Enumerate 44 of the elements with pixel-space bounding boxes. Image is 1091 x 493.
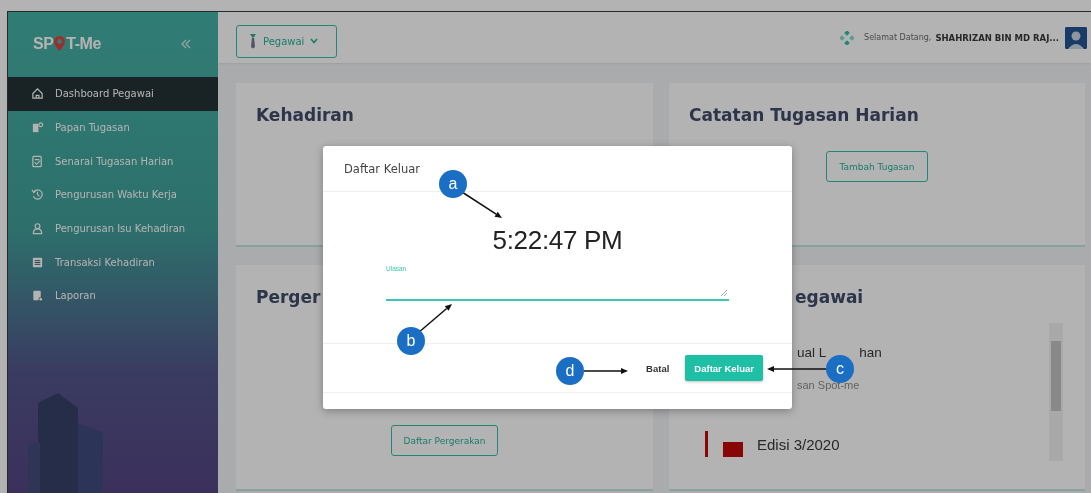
- card-button[interactable]: Daftar Pergerakan: [390, 425, 499, 456]
- sidebar-item[interactable]: Dashboard Pegawai: [8, 77, 218, 111]
- menu-icon: [31, 154, 44, 168]
- list-item-title[interactable]: han: [859, 345, 882, 360]
- card-title: Perger: [256, 287, 322, 307]
- annotation-arrow: [461, 191, 502, 218]
- menu-icon: [31, 222, 44, 236]
- menu-icon: [31, 121, 44, 135]
- menu-icon: [31, 289, 44, 303]
- collapse-icon[interactable]: [180, 38, 192, 49]
- sidebar-item[interactable]: Pengurusan Isu Kehadiran: [8, 211, 218, 246]
- annotation-arrow: [583, 368, 628, 374]
- document-thumbnail-icon: [705, 431, 745, 457]
- clock-time: 5:22:47 PM: [492, 225, 623, 256]
- resize-grip-icon[interactable]: [721, 290, 727, 296]
- user-name[interactable]: SHAHRIZAN BIN MD RAJ...: [935, 32, 1059, 43]
- map-pin-icon: [53, 35, 67, 52]
- logo-text: SP: [33, 34, 54, 53]
- sidebar-item[interactable]: Laporan: [8, 279, 218, 313]
- logo-text: T-Me: [66, 34, 101, 53]
- menu-icon: [31, 255, 44, 269]
- card-button[interactable]: Tambah Tugasan: [826, 151, 928, 182]
- chevron-down-icon: [310, 38, 319, 44]
- confirm-button[interactable]: Daftar Keluar: [685, 355, 763, 381]
- sidebar-item[interactable]: Papan Tugasan: [8, 110, 218, 145]
- sidebar-item[interactable]: Transaksi Kehadiran: [8, 245, 218, 280]
- scrollbar[interactable]: [1049, 323, 1063, 461]
- list-item-title[interactable]: Edisi 3/2020: [757, 435, 840, 453]
- diamond-dots-icon[interactable]: [840, 30, 855, 45]
- modal-title: Daftar Keluar: [344, 161, 420, 176]
- sidebar-item[interactable]: Pengurusan Waktu Kerja: [8, 178, 218, 212]
- card-title: Kehadiran: [256, 105, 355, 125]
- role-dropdown[interactable]: Pegawai: [236, 24, 337, 58]
- annotation-arrow: [767, 366, 827, 372]
- greeting-text: Selamat Datang,: [864, 33, 932, 42]
- user-avatar[interactable]: [1065, 26, 1087, 49]
- sidebar-item[interactable]: Senarai Tugasan Harian: [8, 144, 218, 179]
- card-title: egawai: [795, 287, 864, 307]
- list-item-title[interactable]: ual L: [797, 345, 827, 360]
- card-title: Catatan Tugasan Harian: [689, 105, 920, 125]
- cancel-button[interactable]: Batal: [640, 358, 676, 378]
- tie-icon: [249, 33, 257, 49]
- menu-icon: [31, 87, 44, 101]
- menu-icon: [31, 188, 44, 202]
